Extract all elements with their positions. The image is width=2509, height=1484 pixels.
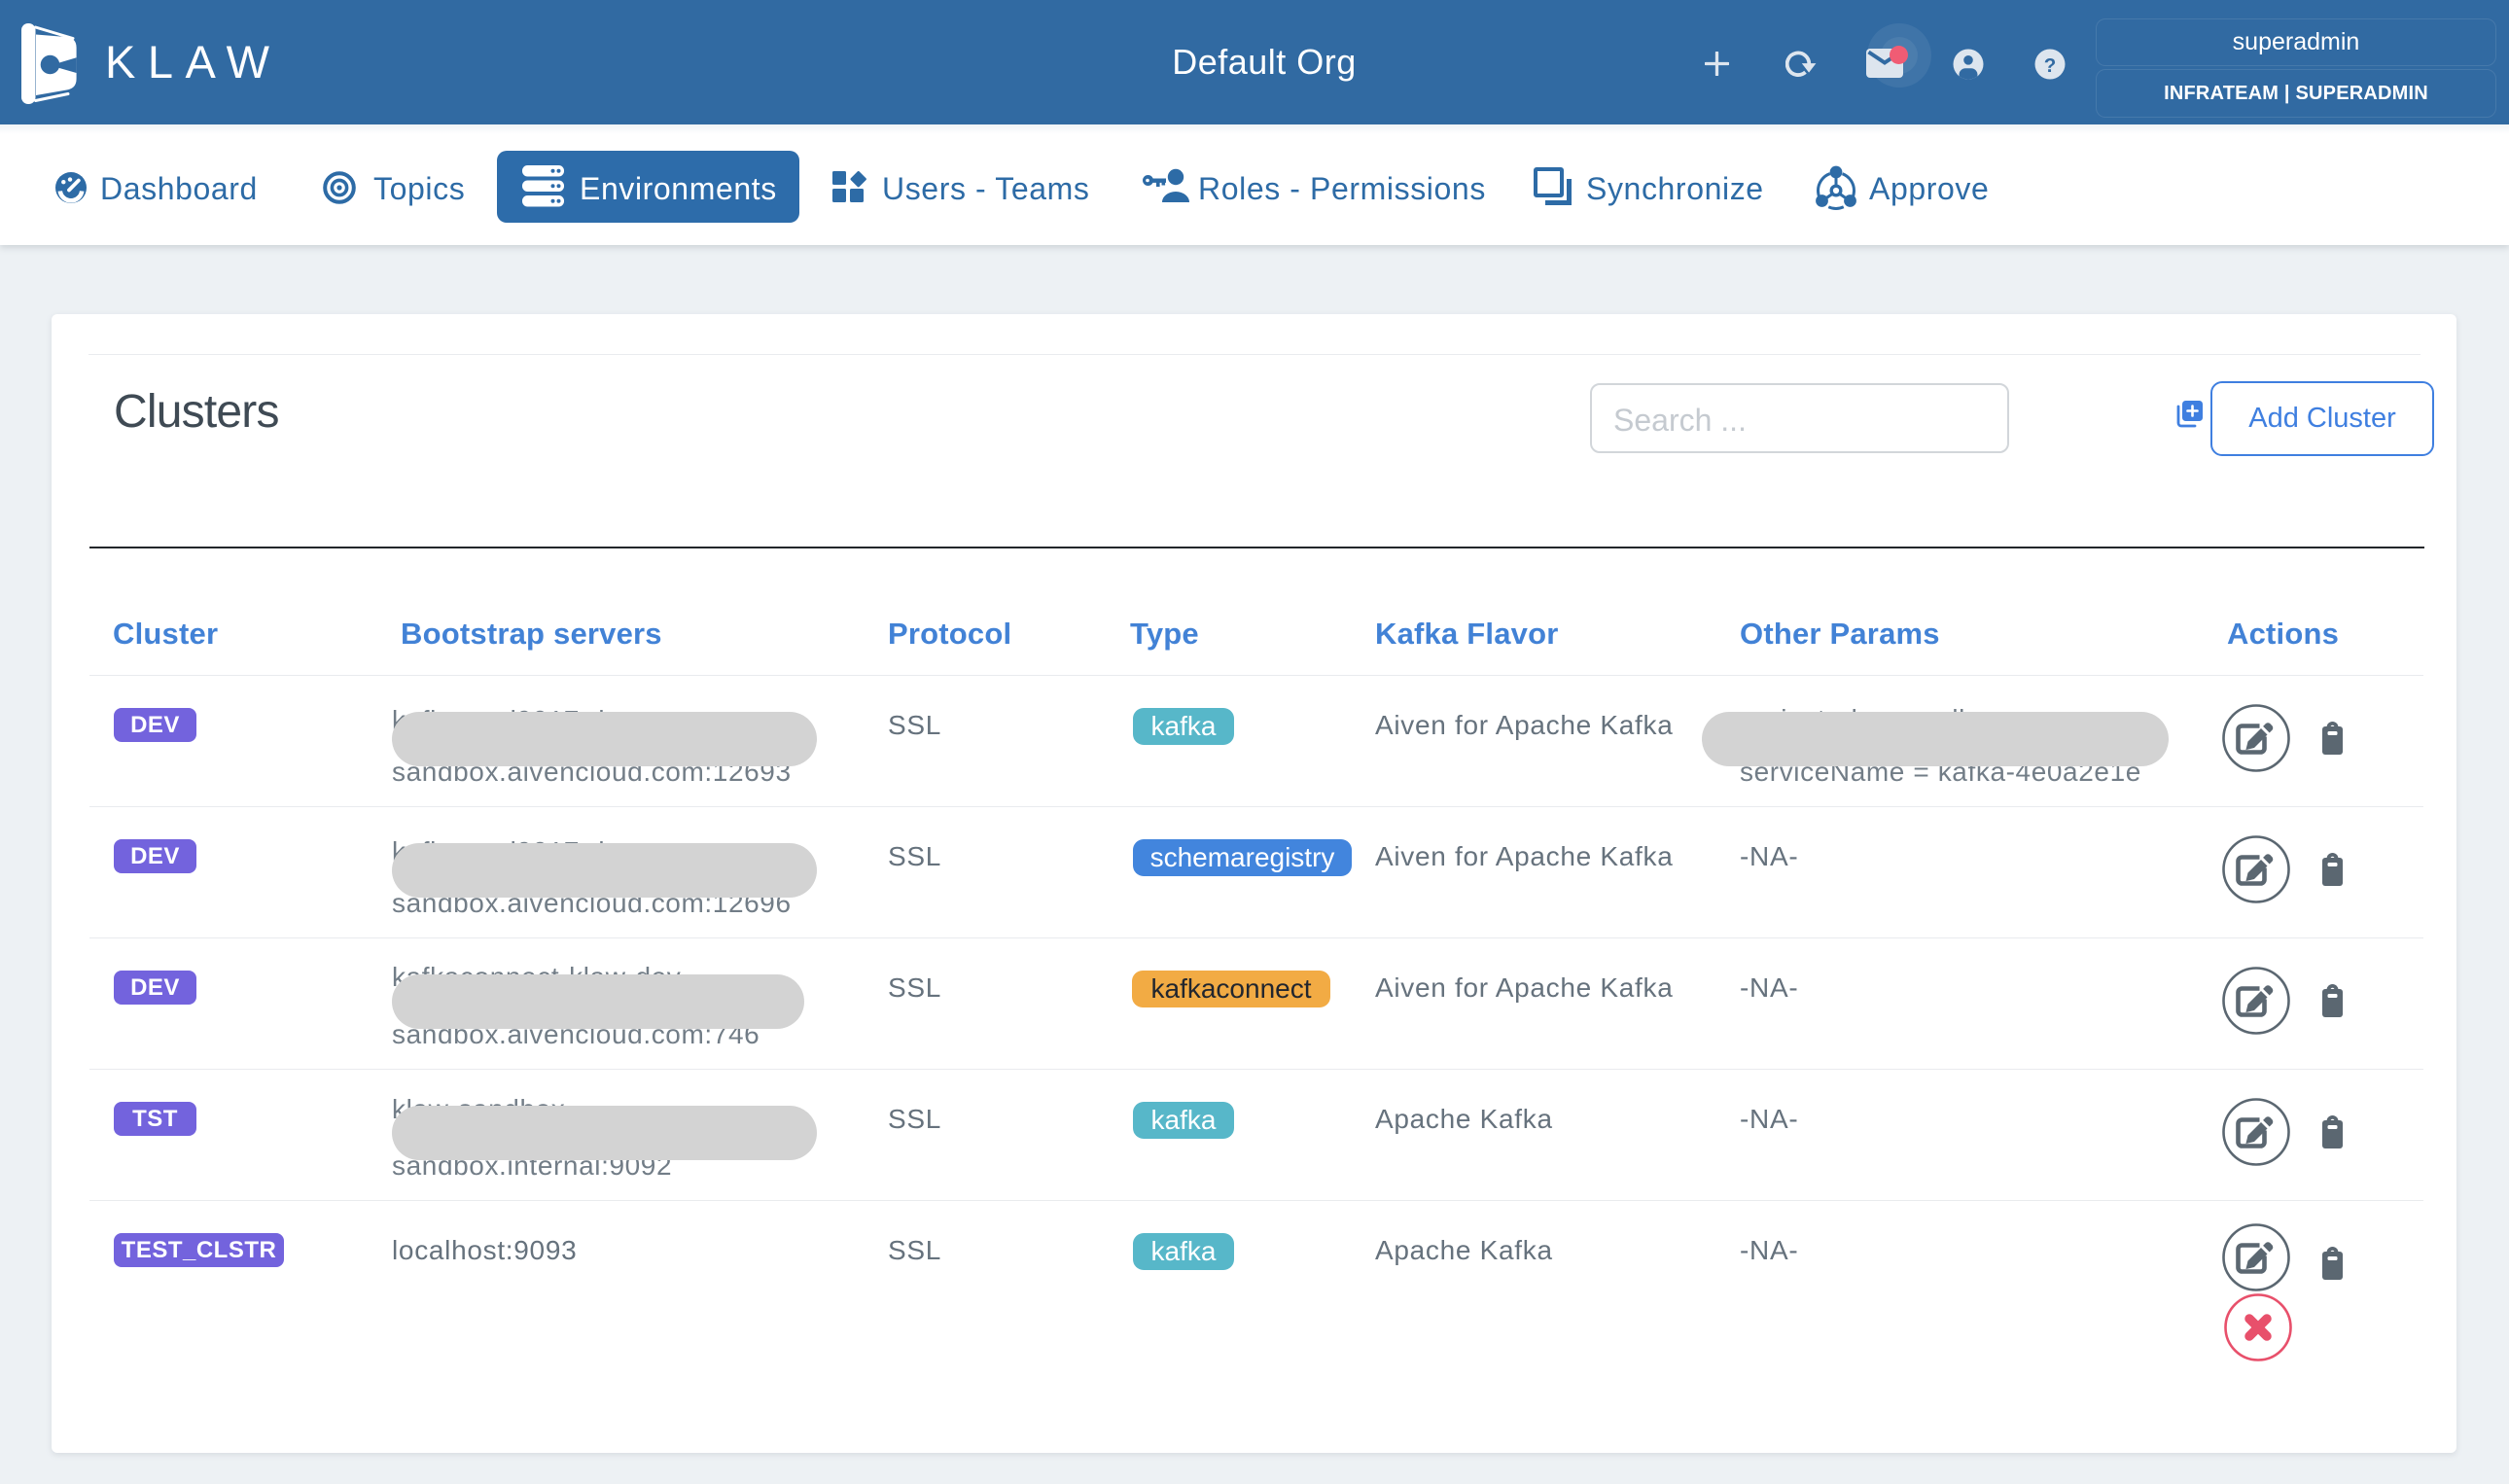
svg-text:?: ? — [2044, 54, 2057, 77]
